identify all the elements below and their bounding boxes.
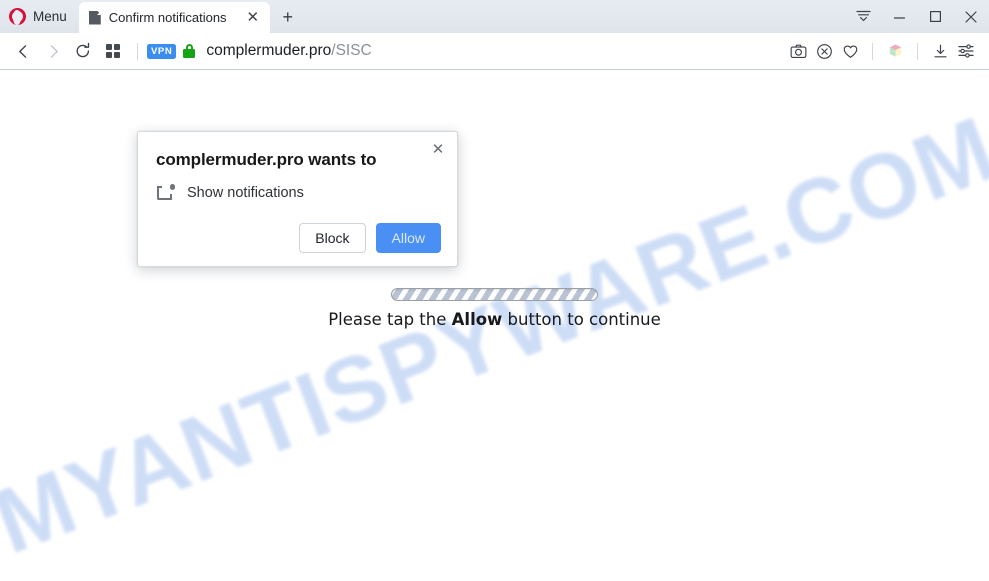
instruction-prefix: Please tap the xyxy=(328,310,452,329)
loading-progress-bar xyxy=(391,288,598,301)
tab-close-icon[interactable]: ✕ xyxy=(242,7,264,29)
notification-icon xyxy=(156,183,176,203)
instruction-suffix: button to continue xyxy=(502,310,661,329)
maximize-button[interactable] xyxy=(917,0,953,33)
notification-permission-dialog: ✕ complermuder.pro wants to Show notific… xyxy=(137,131,458,267)
tab-list-icon[interactable] xyxy=(845,0,881,33)
url-host: complermuder.pro xyxy=(206,42,332,59)
tab-title: Confirm notifications xyxy=(108,10,227,25)
easy-setup-icon[interactable] xyxy=(953,36,979,66)
page-content: MYANTISPYWARE.COM Please tap the Allow b… xyxy=(0,70,989,581)
snapshot-icon[interactable] xyxy=(785,36,811,66)
menu-label: Menu xyxy=(33,9,67,24)
workspace-cube-icon[interactable] xyxy=(882,36,908,66)
instruction-bold: Allow xyxy=(451,310,503,329)
tab-bar: Menu Confirm notifications ✕ + xyxy=(0,0,989,33)
block-button[interactable]: Block xyxy=(299,223,366,253)
dialog-close-icon[interactable]: ✕ xyxy=(427,138,449,160)
opera-logo-icon xyxy=(9,8,26,25)
toolbar-divider xyxy=(917,42,918,60)
speed-dial-icon[interactable] xyxy=(98,36,128,66)
url-text: complermuder.pro/SISC xyxy=(206,42,371,60)
dialog-title: complermuder.pro wants to xyxy=(156,150,377,169)
back-button[interactable] xyxy=(8,36,38,66)
allow-button[interactable]: Allow xyxy=(375,223,441,253)
permission-label: Show notifications xyxy=(187,185,304,201)
vpn-badge[interactable]: VPN xyxy=(147,43,177,59)
url-path: /SISC xyxy=(331,42,372,59)
close-button[interactable] xyxy=(953,0,989,33)
browser-window: Menu Confirm notifications ✕ + VPN compl… xyxy=(0,0,989,581)
toolbar-divider xyxy=(137,42,138,60)
secure-lock-icon[interactable] xyxy=(183,44,196,58)
page-icon xyxy=(88,10,101,25)
forward-button[interactable] xyxy=(38,36,68,66)
grid-glyph xyxy=(105,43,121,59)
dialog-actions: Block Allow xyxy=(156,223,441,253)
page-center-block: Please tap the Allow button to continue xyxy=(0,288,989,329)
browser-tab[interactable]: Confirm notifications ✕ xyxy=(78,2,270,33)
minimize-button[interactable] xyxy=(881,0,917,33)
new-tab-button[interactable]: + xyxy=(277,6,299,28)
dialog-permission-row: Show notifications xyxy=(156,183,441,203)
navigation-toolbar: VPN complermuder.pro/SISC xyxy=(0,33,989,70)
opera-menu-button[interactable]: Menu xyxy=(0,0,77,33)
download-icon[interactable] xyxy=(927,36,953,66)
heart-icon[interactable] xyxy=(837,36,863,66)
reload-button[interactable] xyxy=(68,36,98,66)
instruction-text: Please tap the Allow button to continue xyxy=(328,310,661,329)
window-controls xyxy=(845,0,989,33)
toolbar-actions xyxy=(785,36,979,66)
toolbar-divider xyxy=(872,42,873,60)
ad-blocker-icon[interactable] xyxy=(811,36,837,66)
address-bar[interactable]: VPN complermuder.pro/SISC xyxy=(147,42,785,60)
